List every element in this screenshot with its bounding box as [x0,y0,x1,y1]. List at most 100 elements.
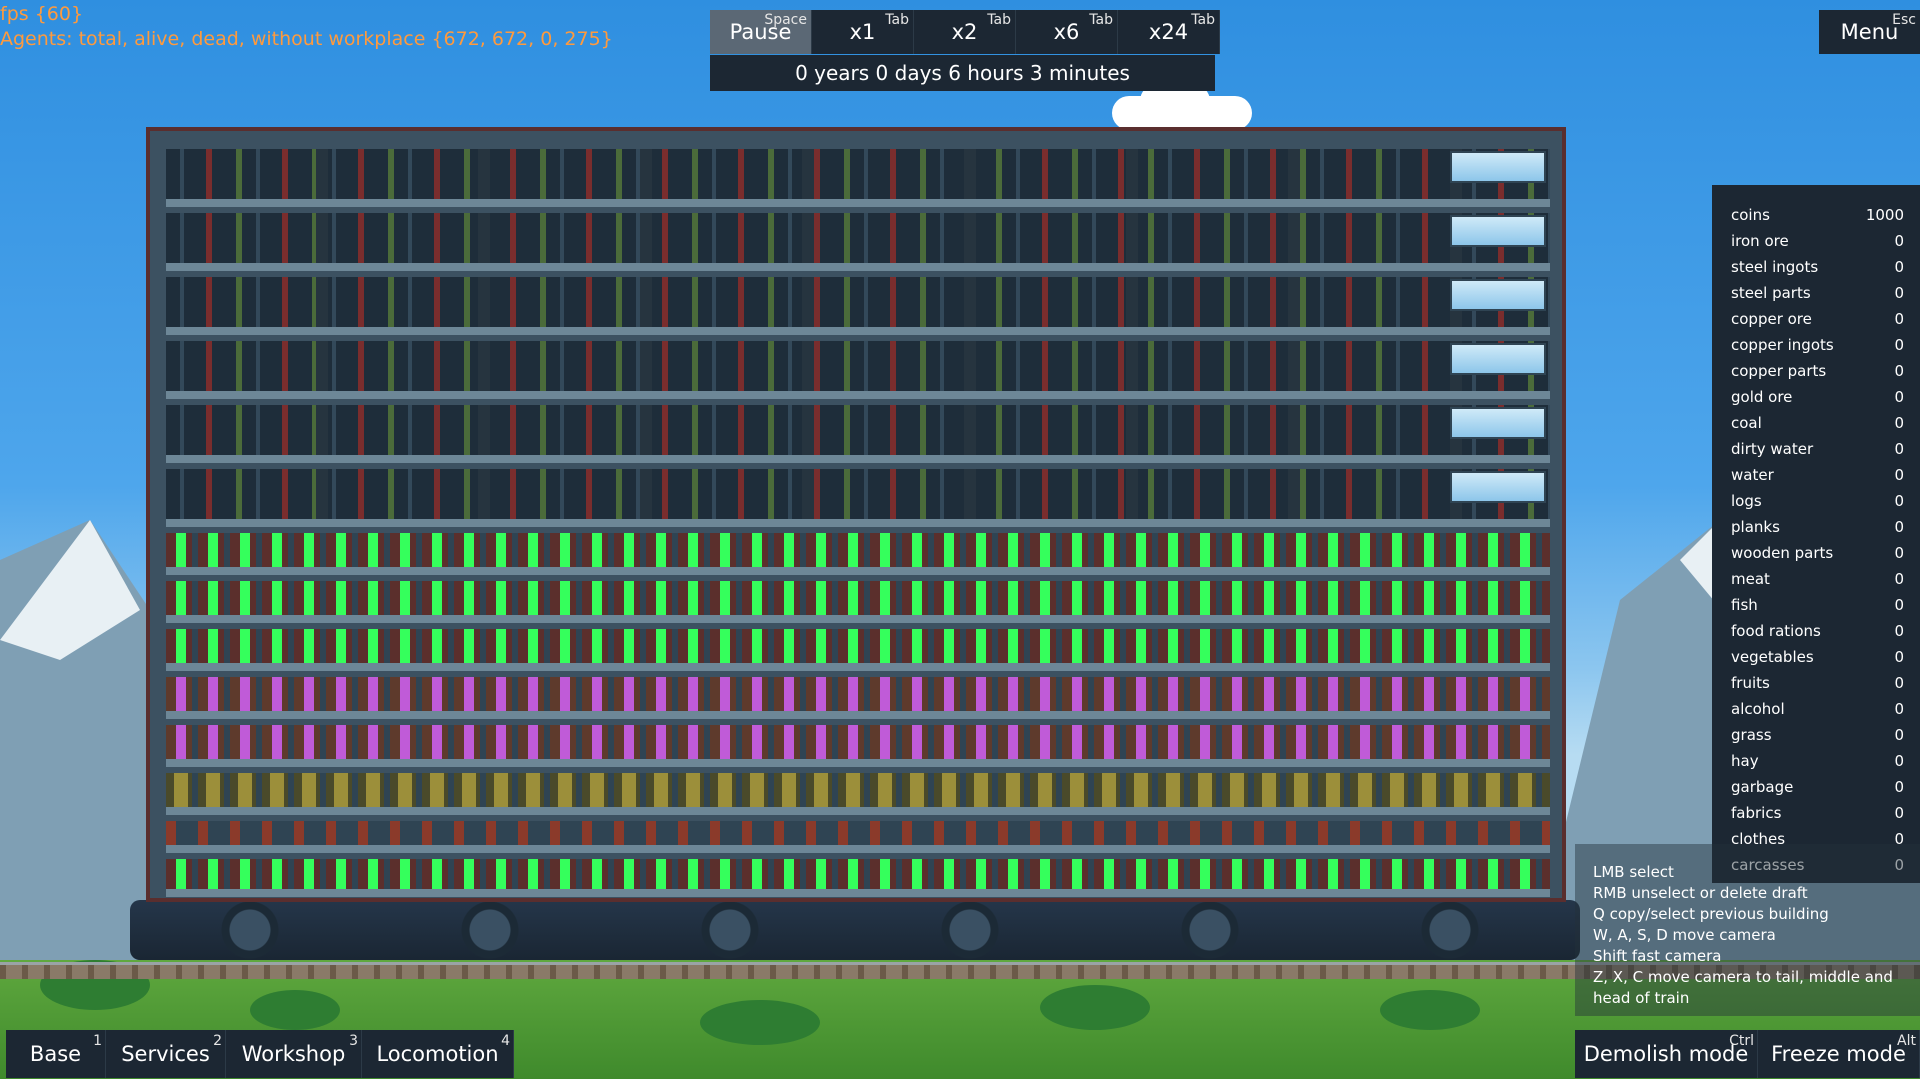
controls-help: LMB select RMB unselect or delete draft … [1575,844,1920,1016]
demolish-mode-label: Demolish mode [1583,1042,1749,1066]
resource-name: gold ore [1731,388,1793,406]
freeze-mode-hotkey: Alt [1897,1033,1916,1049]
resource-row: steel parts 0 [1731,284,1904,308]
locomotive-window [1450,471,1546,503]
resource-value: 0 [1894,362,1904,380]
speed-x24-label: x24 [1148,20,1189,44]
workshop-floor[interactable] [166,213,1550,271]
menu-label: Menu [1840,20,1899,44]
resource-value: 0 [1894,440,1904,458]
speed-x2-label: x2 [951,20,978,44]
workshop-floor[interactable] [166,149,1550,207]
speed-x6-button[interactable]: x6 Tab [1016,10,1118,54]
tab-base[interactable]: Base 1 [6,1030,106,1078]
demolish-mode-hotkey: Ctrl [1729,1033,1754,1049]
help-line: Z, X, C move camera to tail, middle and … [1593,968,1893,1007]
storage-floor[interactable] [166,773,1550,815]
resource-row: dirty water 0 [1731,440,1904,464]
locomotive-window [1450,407,1546,439]
freeze-mode-button[interactable]: Freeze mode Alt [1758,1030,1920,1078]
resource-row: planks 0 [1731,518,1904,542]
living-quarters-floor[interactable] [166,725,1550,767]
resource-name: coal [1731,414,1762,432]
menu-button[interactable]: Menu Esc [1819,10,1920,54]
resource-value: 0 [1894,726,1904,744]
resource-value: 0 [1894,258,1904,276]
furnace-floor[interactable] [166,821,1550,853]
tab-locomotion-hotkey: 4 [501,1033,510,1049]
resource-name: hay [1731,752,1759,770]
resource-name: steel parts [1731,284,1811,302]
resource-row: fruits 0 [1731,674,1904,698]
resource-value: 0 [1894,544,1904,562]
resource-row: gold ore 0 [1731,388,1904,412]
speed-x2-hotkey: Tab [987,12,1011,28]
locomotive-window [1450,343,1546,375]
tab-workshop-hotkey: 3 [349,1033,358,1049]
resource-row: copper ingots 0 [1731,336,1904,360]
resource-value: 0 [1894,284,1904,302]
resource-row: logs 0 [1731,492,1904,516]
workshop-floor[interactable] [166,341,1550,399]
resource-value: 0 [1894,310,1904,328]
speed-x24-button[interactable]: x24 Tab [1118,10,1220,54]
resource-value: 0 [1894,570,1904,588]
resource-row: fish 0 [1731,596,1904,620]
workshop-floor[interactable] [166,277,1550,335]
resource-name: copper ore [1731,310,1812,328]
speed-x1-label: x1 [849,20,876,44]
resource-row: steel ingots 0 [1731,258,1904,282]
resource-name: copper ingots [1731,336,1834,354]
resource-name: coins [1731,206,1770,224]
resource-row: alcohol 0 [1731,700,1904,724]
locomotive-window [1450,215,1546,247]
tab-base-label: Base [29,1042,82,1066]
resource-row: wooden parts 0 [1731,544,1904,568]
bush [250,990,340,1030]
bush [1040,985,1150,1030]
resource-row: iron ore 0 [1731,232,1904,256]
living-quarters-floor[interactable] [166,859,1550,897]
tab-locomotion[interactable]: Locomotion 4 [362,1030,514,1078]
speed-x2-button[interactable]: x2 Tab [914,10,1016,54]
resource-row: grass 0 [1731,726,1904,750]
resource-row: fabrics 0 [1731,804,1904,828]
demolish-mode-button[interactable]: Demolish mode Ctrl [1575,1030,1758,1078]
living-quarters-floor[interactable] [166,533,1550,575]
tab-services[interactable]: Services 2 [106,1030,226,1078]
resource-row: vegetables 0 [1731,648,1904,672]
resource-value: 0 [1894,804,1904,822]
resource-row: meat 0 [1731,570,1904,594]
resource-value: 0 [1894,596,1904,614]
resource-value: 0 [1894,778,1904,796]
resource-name: dirty water [1731,440,1814,458]
pause-button[interactable]: Pause Space [710,10,812,54]
tab-workshop-label: Workshop [241,1042,346,1066]
resource-value: 0 [1894,700,1904,718]
resource-name: grass [1731,726,1772,744]
resource-panel: coins 1000 iron ore 0 steel ingots 0 steel … [1712,185,1920,883]
tab-workshop[interactable]: Workshop 3 [226,1030,362,1078]
bush [700,1000,820,1045]
living-quarters-floor[interactable] [166,581,1550,623]
speed-x1-button[interactable]: x1 Tab [812,10,914,54]
resource-value: 0 [1894,336,1904,354]
train-building[interactable] [146,127,1566,902]
help-line: W, A, S, D move camera [1593,926,1776,944]
workshop-floor[interactable] [166,469,1550,527]
resource-name: vegetables [1731,648,1814,666]
resource-value: 0 [1894,648,1904,666]
resource-value: 0 [1894,518,1904,536]
living-quarters-floor[interactable] [166,629,1550,671]
resource-row: garbage 0 [1731,778,1904,802]
resource-row: copper ore 0 [1731,310,1904,334]
resource-name: meat [1731,570,1770,588]
resource-name: steel ingots [1731,258,1819,276]
locomotive-window [1450,151,1546,183]
resource-row: copper parts 0 [1731,362,1904,386]
workshop-floor[interactable] [166,405,1550,463]
living-quarters-floor[interactable] [166,677,1550,719]
resource-name: garbage [1731,778,1794,796]
game-clock: 0 years 0 days 6 hours 3 minutes [710,55,1215,91]
resource-name: iron ore [1731,232,1789,250]
